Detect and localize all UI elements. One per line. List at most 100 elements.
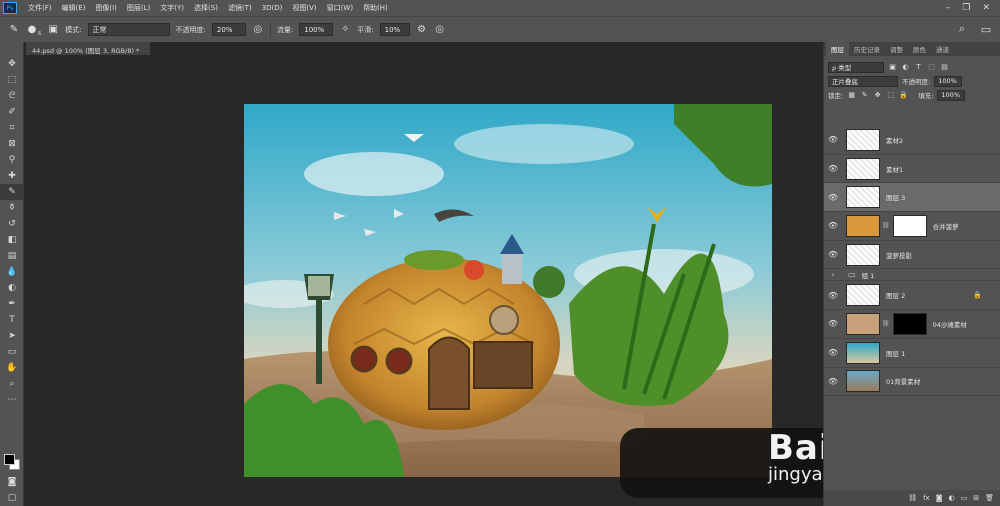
eyedropper-tool-icon[interactable]: ⚲: [0, 152, 24, 168]
layer-row[interactable]: 👁 图层 2 🔒: [824, 281, 1000, 311]
tab-history[interactable]: 历史记录: [849, 44, 885, 54]
crop-tool-icon[interactable]: ⌗: [0, 120, 24, 136]
tab-adjustments[interactable]: 调整: [885, 44, 908, 54]
layer-kind-filter[interactable]: ρ 类型: [828, 61, 884, 73]
mask-link-icon[interactable]: ⛓: [882, 320, 890, 327]
layer-row[interactable]: 👁 菠萝投影: [824, 241, 1000, 270]
flow-field[interactable]: 100%: [299, 23, 334, 36]
move-tool-icon[interactable]: ✥: [0, 56, 24, 72]
brush-tool-icon[interactable]: ✎: [8, 24, 20, 36]
type-tool-icon[interactable]: T: [0, 312, 24, 328]
fill-field[interactable]: 100%: [937, 89, 966, 101]
airbrush-icon[interactable]: ✧: [339, 24, 351, 36]
shape-tool-icon[interactable]: ▭: [0, 344, 24, 360]
marquee-tool-icon[interactable]: ⬚: [0, 72, 24, 88]
menu-select[interactable]: 选择(S): [189, 3, 223, 13]
lock-all-icon[interactable]: 🔒: [899, 91, 908, 99]
layer-mask-thumbnail[interactable]: [892, 214, 927, 237]
layer-mask-thumbnail[interactable]: [892, 312, 927, 335]
visibility-eye-icon[interactable]: 👁: [824, 348, 842, 357]
visibility-eye-icon[interactable]: 👁: [824, 221, 842, 230]
visibility-eye-icon[interactable]: 👁: [824, 319, 842, 328]
pressure-size-icon[interactable]: ◎: [434, 24, 446, 36]
menu-window[interactable]: 窗口(W): [322, 3, 358, 13]
smoothing-field[interactable]: 10%: [379, 23, 410, 36]
lock-artboard-icon[interactable]: ⬚: [886, 91, 895, 99]
foreground-color-swatch[interactable]: [4, 454, 15, 465]
opacity-field[interactable]: 20%: [211, 23, 246, 36]
restore-icon[interactable]: ❐: [962, 3, 970, 13]
brush-tool-icon[interactable]: ✎: [0, 184, 24, 200]
more-tools-icon[interactable]: ⋯: [0, 392, 24, 408]
menu-layer[interactable]: 图层(L): [122, 3, 155, 13]
layer-row[interactable]: 👁 ⛓ 合并菠萝: [824, 212, 1000, 241]
menu-3d[interactable]: 3D(D): [257, 4, 288, 12]
frame-tool-icon[interactable]: ⊠: [0, 136, 24, 152]
visibility-eye-icon[interactable]: 👁: [824, 193, 842, 202]
mask-link-icon[interactable]: ⛓: [882, 222, 890, 229]
brush-preset-icon[interactable]: ●: [26, 24, 38, 36]
delete-layer-icon[interactable]: 🗑: [985, 494, 994, 502]
gear-icon[interactable]: ⚙: [416, 24, 428, 36]
filter-type-icon[interactable]: T: [914, 63, 923, 71]
tab-layers[interactable]: 图层: [826, 42, 849, 56]
layer-group-row[interactable]: › ▭ 组 1: [824, 269, 1000, 282]
visibility-eye-icon[interactable]: 👁: [824, 135, 842, 144]
link-layers-icon[interactable]: ⛓: [908, 494, 917, 502]
new-layer-icon[interactable]: ⊞: [973, 494, 979, 502]
menu-view[interactable]: 视图(V): [287, 3, 321, 13]
layer-row-selected[interactable]: 👁 图层 3: [824, 183, 1000, 213]
blend-mode-select[interactable]: 正片叠底: [828, 75, 898, 87]
tab-color[interactable]: 颜色: [908, 44, 931, 54]
gradient-tool-icon[interactable]: ▤: [0, 248, 24, 264]
visibility-eye-icon[interactable]: 👁: [824, 291, 842, 300]
eraser-tool-icon[interactable]: ◧: [0, 232, 24, 248]
pen-tool-icon[interactable]: ✒: [0, 296, 24, 312]
visibility-eye-icon[interactable]: 👁: [824, 377, 842, 386]
lasso-tool-icon[interactable]: ᘓ: [0, 88, 24, 104]
menu-type[interactable]: 文字(Y): [155, 3, 189, 13]
menu-image[interactable]: 图像(I): [90, 3, 122, 13]
menu-edit[interactable]: 编辑(E): [57, 3, 91, 13]
tab-channels[interactable]: 通道: [931, 44, 954, 54]
dodge-tool-icon[interactable]: ◐: [0, 280, 24, 296]
layer-style-icon[interactable]: fx: [923, 494, 930, 502]
quick-mask-icon[interactable]: ◙: [0, 474, 24, 490]
document-tab[interactable]: 44.psd @ 100% (图层 3, RGB/8) *: [26, 42, 150, 55]
blur-tool-icon[interactable]: 💧: [0, 264, 24, 280]
lock-pixels-icon[interactable]: ✎: [860, 91, 869, 99]
adjustment-layer-icon[interactable]: ◐: [949, 494, 955, 502]
screen-mode-icon[interactable]: ▢: [0, 490, 24, 506]
hand-tool-icon[interactable]: ✋: [0, 360, 24, 376]
group-collapse-chevron-icon[interactable]: ›: [824, 271, 842, 279]
search-icon[interactable]: ⌕: [956, 22, 968, 35]
zoom-tool-icon[interactable]: ⌕: [0, 376, 24, 392]
layer-row[interactable]: 👁 图层 1: [824, 339, 1000, 368]
layer-row[interactable]: 👁 ⛓ 04沙滩素材: [824, 310, 1000, 339]
filter-adjustment-icon[interactable]: ◐: [901, 63, 910, 71]
minimize-icon[interactable]: –: [946, 3, 951, 13]
quick-select-tool-icon[interactable]: ✐: [0, 104, 24, 120]
path-select-tool-icon[interactable]: ➤: [0, 328, 24, 344]
filter-smart-icon[interactable]: ▤: [940, 63, 949, 71]
visibility-eye-icon[interactable]: 👁: [824, 250, 842, 259]
layer-row[interactable]: 👁 素材1: [824, 155, 1000, 184]
brush-panel-icon[interactable]: ▣: [47, 24, 59, 36]
healing-tool-icon[interactable]: ✚: [0, 168, 24, 184]
add-mask-icon[interactable]: ◙: [936, 494, 943, 502]
layer-row[interactable]: 👁 01背景素材: [824, 368, 1000, 397]
panel-opacity-field[interactable]: 100%: [934, 75, 963, 87]
menu-help[interactable]: 帮助(H): [358, 3, 393, 13]
filter-pixel-icon[interactable]: ▣: [888, 63, 897, 71]
layer-row[interactable]: 👁 素材2: [824, 126, 1000, 155]
pressure-opacity-icon[interactable]: ◎: [252, 24, 264, 36]
history-brush-tool-icon[interactable]: ↺: [0, 216, 24, 232]
lock-transparency-icon[interactable]: ▦: [847, 91, 856, 99]
new-group-icon[interactable]: ▭: [961, 494, 968, 502]
visibility-eye-icon[interactable]: 👁: [824, 164, 842, 173]
menu-filter[interactable]: 滤镜(T): [223, 3, 257, 13]
workspace-icon[interactable]: ▭: [980, 23, 992, 36]
lock-position-icon[interactable]: ✥: [873, 91, 882, 99]
filter-shape-icon[interactable]: ⬚: [927, 63, 936, 71]
menu-file[interactable]: 文件(F): [23, 3, 57, 13]
